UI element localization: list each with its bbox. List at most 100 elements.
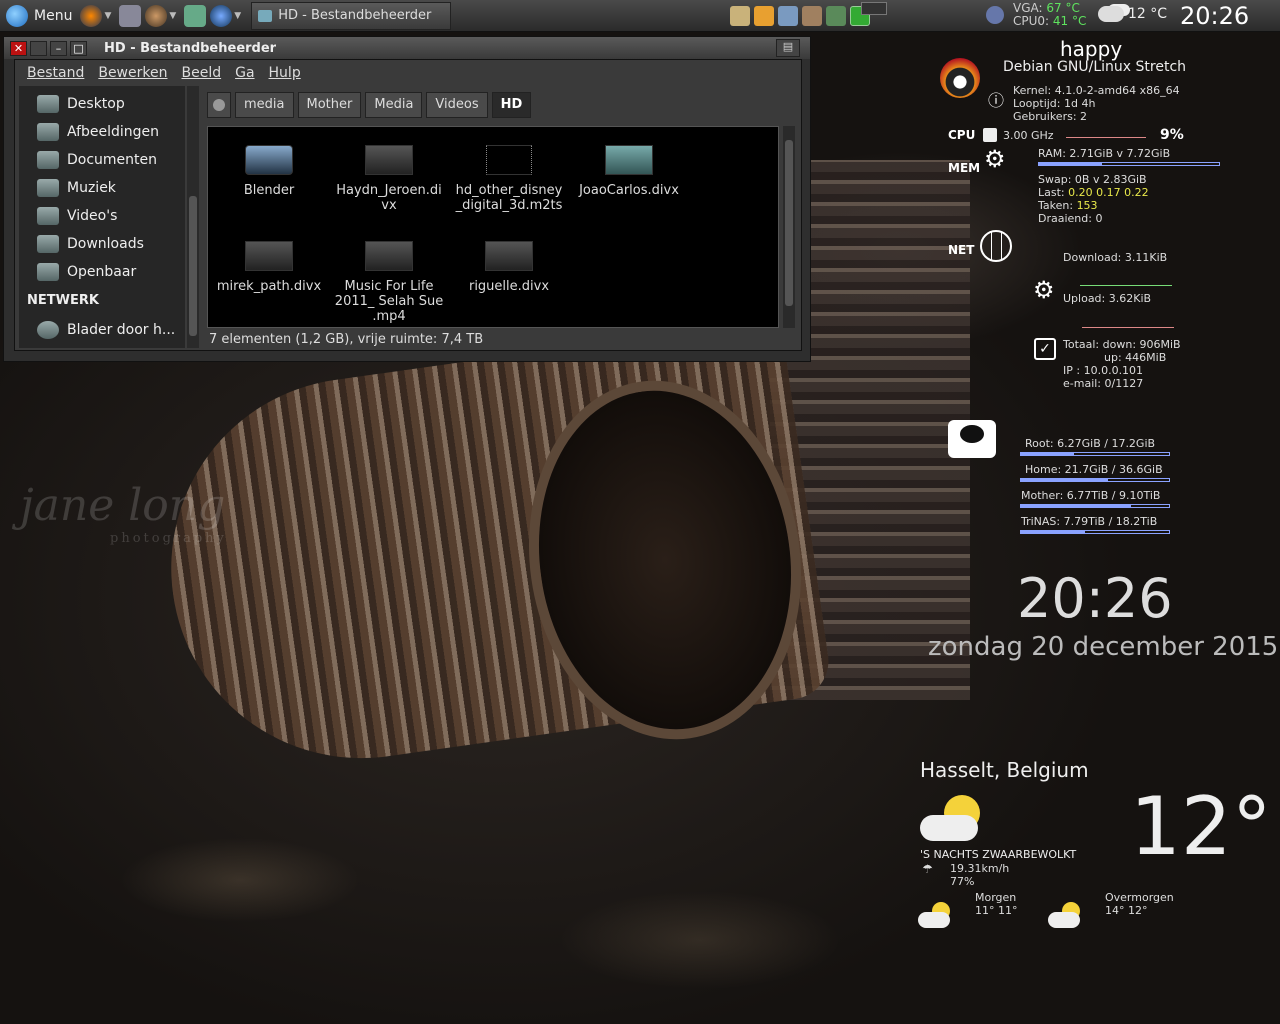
taskbar: Menu ▼ ▼ ▼ HD - Bestandbeheerder [0, 0, 1280, 32]
conky-net-totals: Totaal: down: 906MiB up: 446MiB IP : 10.… [1063, 338, 1181, 390]
disk-trinas-label: TriNAS: 7.79TiB / 18.2TiB [1021, 515, 1158, 528]
downloads-folder-icon [37, 235, 59, 253]
network-tool-icon[interactable] [210, 4, 233, 27]
file-item[interactable]: hd_other_disney _digital_3d.m2ts [454, 135, 564, 213]
disk-root-bar-fill [1021, 453, 1075, 455]
task-button-file-manager[interactable]: HD - Bestandbeheerder [251, 1, 452, 30]
ram-bar [1038, 162, 1220, 166]
path-media[interactable]: media [235, 92, 294, 118]
volume-icon[interactable] [826, 6, 846, 26]
video-thumbnail-icon [605, 145, 653, 175]
close-button[interactable]: ✕ [10, 40, 27, 56]
upload-graph [1082, 322, 1174, 328]
sidebar-item-muziek[interactable]: Muziek [19, 174, 185, 202]
sidebar-scroll-thumb[interactable] [189, 196, 197, 336]
file-view-scrollbar[interactable] [783, 126, 795, 328]
taskbar-clock[interactable]: 20:26 [1180, 2, 1249, 30]
virtualbox-icon[interactable] [184, 4, 207, 27]
pictures-folder-icon [37, 123, 59, 141]
menu-hulp[interactable]: Hulp [269, 65, 301, 81]
path-mother[interactable]: Mother [297, 92, 362, 118]
disk-mother-bar-fill [1021, 505, 1131, 507]
sidebar-item-desktop[interactable]: Desktop [19, 90, 185, 118]
user-icon[interactable] [802, 6, 822, 26]
disk-mother-label: Mother: 6.77TiB / 9.10TiB [1021, 489, 1161, 502]
video-thumbnail-icon [485, 241, 533, 271]
file-item[interactable]: JoaoCarlos.divx [574, 135, 684, 198]
file-item[interactable]: Music For Life 2011_ Selah Sue .mp4 [334, 231, 444, 324]
network-icon[interactable] [778, 6, 798, 26]
menu-logo-icon [6, 4, 28, 27]
path-media-folder[interactable]: Media [365, 92, 423, 118]
video-thumbnail-icon [365, 145, 413, 175]
file-view-scroll-thumb[interactable] [785, 140, 793, 306]
sidebar-item-documenten[interactable]: Documenten [19, 146, 185, 174]
disk-home-label: Home: 21.7GiB / 36.6GiB [1025, 463, 1163, 476]
window-menu-button[interactable]: ▤ [776, 39, 800, 57]
drive-icon [213, 99, 225, 111]
file-item[interactable]: mirek_path.divx [214, 231, 324, 294]
taskbar-weather-temp: 12 °C [1128, 6, 1168, 22]
menu-ga[interactable]: Ga [235, 65, 254, 81]
taskbar-weather[interactable]: 12 °C [1098, 6, 1167, 22]
menu-bewerken[interactable]: Bewerken [98, 65, 167, 81]
desktop-clock: 20:26 [1017, 567, 1173, 630]
desktop-date: zondag 20 december 2015 [928, 632, 1279, 662]
video-thumbnail-icon [486, 145, 532, 175]
cpu-chip-icon [983, 128, 997, 142]
menu-bestand[interactable]: Bestand [27, 65, 84, 81]
window-titlebar[interactable]: ✕ – □ HD - Bestandbeheerder ▤ [4, 37, 810, 59]
chevron-down-icon[interactable]: ▼ [169, 11, 176, 21]
sidebar-scrollbar[interactable] [187, 86, 199, 348]
path-videos[interactable]: Videos [426, 92, 488, 118]
weather-details: 19.31km/h 77% [950, 862, 1010, 888]
menu-beeld[interactable]: Beeld [181, 65, 221, 81]
firefox-icon[interactable] [80, 4, 103, 27]
minimize-button[interactable]: – [50, 40, 67, 56]
desktop-icon [37, 95, 59, 113]
file-item[interactable]: Haydn_Jeroen.di vx [334, 135, 444, 213]
globe-icon[interactable] [986, 6, 1004, 24]
sidebar-item-openbaar[interactable]: Openbaar [19, 258, 185, 286]
sidebar-item-videos[interactable]: Video's [19, 202, 185, 230]
file-item[interactable]: riguelle.divx [454, 231, 564, 294]
sidebar-item-browse-network[interactable]: Blader door h... [19, 316, 185, 344]
sidebar-item-downloads[interactable]: Downloads [19, 230, 185, 258]
wallpaper-watermark: jane long photography [20, 480, 227, 546]
hard-disk-icon [948, 420, 996, 458]
conky-cpu-freq: 3.00 GHz [1003, 129, 1054, 142]
file-view: Blender Haydn_Jeroen.di vx hd_other_disn… [207, 126, 779, 328]
mail-icon[interactable] [754, 6, 774, 26]
file-manager-window: ✕ – □ HD - Bestandbeheerder ▤ Bestand Be… [3, 36, 811, 362]
conky-hostname: happy [1060, 37, 1123, 61]
gimp-icon[interactable] [145, 4, 168, 27]
chevron-down-icon[interactable]: ▼ [234, 11, 241, 21]
video-thumbnail-icon [365, 241, 413, 271]
workspace-1[interactable] [861, 2, 887, 15]
sensor-readout: VGA: 67 °C CPU0: 41 °C [1013, 1, 1087, 28]
wind-icon: ☂ [922, 862, 933, 876]
menu-button[interactable]: Menu [0, 0, 78, 32]
path-hd[interactable]: HD [491, 92, 532, 118]
sidebar-item-afbeeldingen[interactable]: Afbeeldingen [19, 118, 185, 146]
conky-cpu-percent: 9% [1160, 127, 1184, 143]
file-item[interactable]: Blender [214, 135, 324, 198]
shade-button[interactable] [30, 40, 47, 56]
window-title: HD - Bestandbeheerder [104, 40, 277, 56]
disk-root-bar [1020, 452, 1170, 456]
partly-cloudy-icon [918, 902, 952, 930]
weather-temperature: 12° [1130, 780, 1272, 873]
clipboard-icon[interactable] [730, 6, 750, 26]
places-sidebar: Desktop Afbeeldingen Documenten Muziek V… [19, 86, 185, 348]
download-graph [1080, 280, 1172, 286]
cloud-icon [1098, 6, 1124, 22]
file-manager-icon[interactable] [119, 4, 142, 27]
disk-trinas-bar [1020, 530, 1170, 534]
maximize-button[interactable]: □ [70, 40, 87, 56]
chevron-down-icon[interactable]: ▼ [104, 11, 111, 21]
system-tray [728, 3, 872, 29]
forecast-tomorrow: Morgen 11° 11° [975, 891, 1018, 917]
disk-home-bar-fill [1021, 479, 1109, 481]
path-root-button[interactable] [207, 92, 231, 118]
workspace-pager[interactable] [860, 2, 888, 30]
